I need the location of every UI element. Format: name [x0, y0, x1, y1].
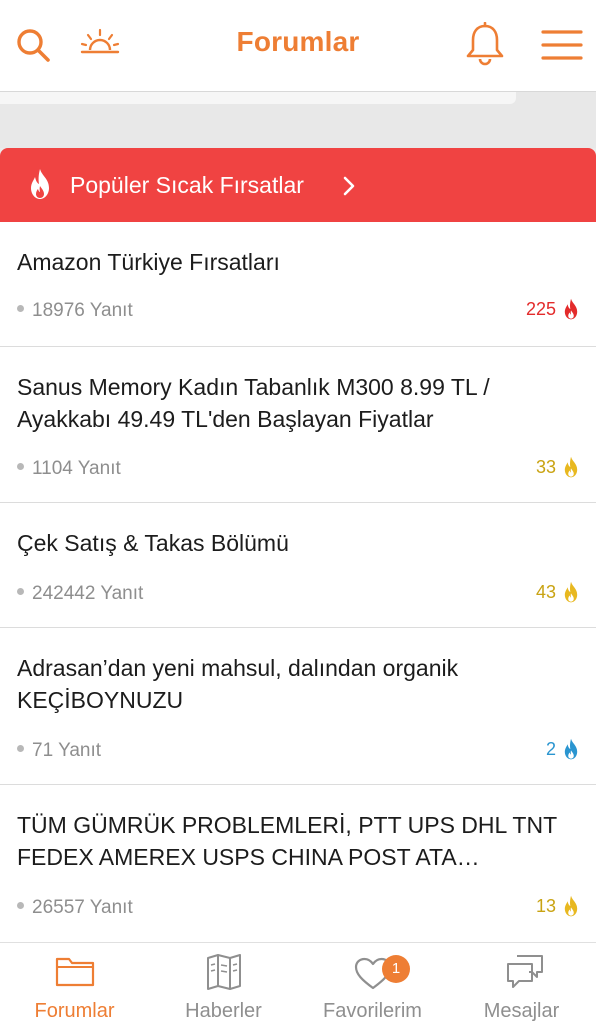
heat-score: 43 — [536, 581, 580, 603]
heat-score: 2 — [546, 738, 580, 760]
folder-icon — [55, 957, 95, 987]
heat-score: 33 — [536, 456, 580, 478]
content-spacer — [0, 92, 596, 148]
topic-list: Amazon Türkiye Fırsatları 18976 Yanıt 22… — [0, 222, 596, 942]
topic-row[interactable]: TÜM GÜMRÜK PROBLEMLERİ, PTT UPS DHL TNT … — [0, 785, 596, 942]
heat-score: 13 — [536, 895, 580, 917]
tab-favorilerim[interactable]: 1 Favorilerim — [298, 943, 447, 1024]
topic-replies: 242442 Yanıt — [17, 583, 143, 605]
newspaper-icon — [207, 954, 241, 990]
topic-title: Adrasan’dan yeni mahsul, dalından organi… — [17, 655, 459, 713]
topic-row[interactable]: Çek Satış & Takas Bölümü 242442 Yanıt 43 — [0, 503, 596, 628]
fire-icon — [31, 169, 49, 199]
topic-row[interactable]: Sanus Memory Kadın Tabanlık M300 8.99 TL… — [0, 347, 596, 503]
page-title: Forumlar — [236, 26, 360, 57]
topic-row[interactable]: Amazon Türkiye Fırsatları 18976 Yanıt 22… — [0, 222, 596, 347]
topic-title: Çek Satış & Takas Bölümü — [17, 530, 289, 556]
tab-mesajlar[interactable]: Mesajlar — [447, 943, 596, 1024]
topic-replies: 18976 Yanıt — [17, 300, 133, 322]
banner-label: Popüler Sıcak Fırsatlar — [70, 172, 304, 198]
tab-haberler[interactable]: Haberler — [149, 943, 298, 1024]
tab-label: Mesajlar — [483, 1000, 560, 1022]
fire-icon — [564, 456, 578, 478]
fire-icon — [564, 581, 578, 603]
fire-icon — [564, 738, 578, 760]
fire-icon — [564, 895, 578, 917]
topic-replies: 1104 Yanıt — [17, 458, 121, 480]
fire-icon — [564, 298, 578, 320]
topic-title: Amazon Türkiye Fırsatları — [17, 249, 280, 275]
tab-forumlar[interactable]: Forumlar — [0, 943, 149, 1024]
scroll-strip — [0, 92, 516, 104]
tab-label: Haberler — [185, 1000, 262, 1022]
topic-title: TÜM GÜMRÜK PROBLEMLERİ, PTT UPS DHL TNT … — [17, 812, 557, 870]
popular-hot-deals-banner[interactable]: Popüler Sıcak Fırsatlar — [0, 148, 596, 222]
top-bar: Forumlar — [0, 0, 596, 92]
favorites-badge: 1 — [382, 955, 410, 983]
topic-replies: 71 Yanıt — [17, 740, 101, 762]
chat-bubbles-icon — [507, 955, 543, 988]
tab-label: Favorilerim — [323, 1000, 422, 1022]
heat-score: 225 — [526, 298, 580, 320]
topic-title: Sanus Memory Kadın Tabanlık M300 8.99 TL… — [17, 374, 490, 432]
topic-replies: 26557 Yanıt — [17, 897, 133, 919]
bottom-nav: Forumlar Haberler 1 Favorilerim Mesajlar — [0, 942, 596, 1024]
tab-label: Forumlar — [34, 1000, 115, 1022]
menu-icon[interactable] — [540, 28, 584, 62]
topic-row[interactable]: Adrasan’dan yeni mahsul, dalından organi… — [0, 628, 596, 785]
chevron-right-icon — [343, 176, 355, 196]
bell-icon[interactable] — [464, 22, 506, 66]
